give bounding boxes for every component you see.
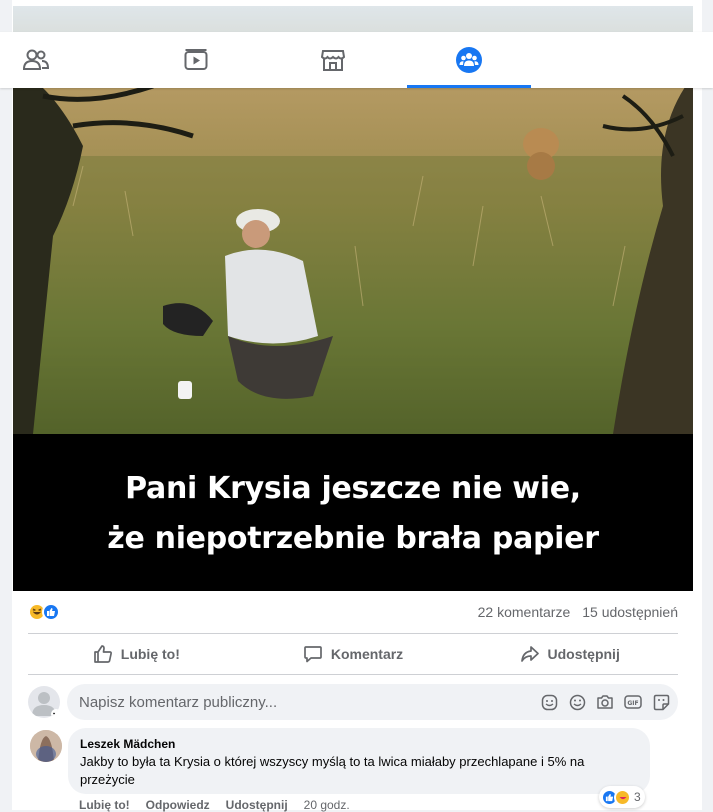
sticker-smile-icon[interactable]	[540, 693, 558, 711]
post-actions: Lubię to! Komentarz Udostępnij	[28, 634, 678, 674]
like-button[interactable]: Lubię to!	[28, 634, 245, 674]
tab-groups[interactable]	[407, 32, 531, 88]
comment-button[interactable]: Komentarz	[245, 634, 462, 674]
top-navigation	[0, 32, 713, 88]
comment-label: Komentarz	[330, 646, 404, 662]
gif-icon[interactable]: GIF	[624, 693, 642, 711]
post-stats: 22 komentarze 15 udostępnień	[28, 598, 678, 626]
reactions-summary[interactable]	[28, 603, 60, 621]
tab-friends[interactable]	[0, 32, 98, 88]
comment-composer: Napisz komentarz publiczny... GIF	[28, 683, 678, 721]
like-label: Lubię to!	[120, 646, 180, 662]
emoji-icon[interactable]	[568, 693, 586, 711]
like-icon	[42, 603, 60, 621]
comment-icon	[303, 646, 322, 663]
share-icon	[520, 646, 539, 662]
image-caption: Pani Krysia jeszcze nie wie, że niepotrz…	[13, 436, 693, 591]
marketplace-icon	[321, 50, 345, 71]
camera-icon[interactable]	[596, 693, 614, 711]
haha-icon	[614, 788, 631, 806]
share-label: Udostępnij	[547, 646, 620, 662]
comment-reaction-count: 3	[634, 790, 641, 804]
svg-text:GIF: GIF	[627, 700, 638, 707]
comment-bubble: Leszek Mädchen Jakby to była ta Krysia o…	[68, 728, 650, 794]
friends-icon	[23, 49, 49, 70]
caption-line-1: Pani Krysia jeszcze nie wie,	[125, 470, 581, 506]
tab-marketplace[interactable]	[271, 32, 395, 88]
post-image[interactable]: Pani Krysia jeszcze nie wie, że niepotrz…	[13, 6, 693, 591]
watch-icon	[184, 49, 208, 70]
chevron-down-icon	[51, 709, 60, 718]
share-button[interactable]: Udostępnij	[461, 634, 678, 674]
comments-count[interactable]: 22 komentarze	[478, 604, 571, 620]
comment-reactions[interactable]: 3	[599, 786, 645, 808]
comment-author[interactable]: Leszek Mädchen	[80, 737, 638, 751]
divider-bottom	[28, 674, 678, 675]
shares-count[interactable]: 15 udostępnień	[582, 604, 678, 620]
groups-icon	[456, 47, 482, 73]
thumbs-up-icon	[93, 645, 112, 663]
avatar[interactable]	[28, 686, 60, 718]
caption-line-2: że niepotrzebnie brała papier	[107, 520, 599, 556]
comment-text: Jakby to była ta Krysia o której wszyscy…	[80, 754, 585, 787]
comment-placeholder: Napisz komentarz publiczny...	[79, 693, 278, 711]
avatar[interactable]	[30, 730, 62, 762]
comment-input[interactable]: Napisz komentarz publiczny... GIF	[67, 684, 678, 720]
sticker-icon[interactable]	[652, 693, 670, 711]
tab-watch[interactable]	[134, 32, 258, 88]
